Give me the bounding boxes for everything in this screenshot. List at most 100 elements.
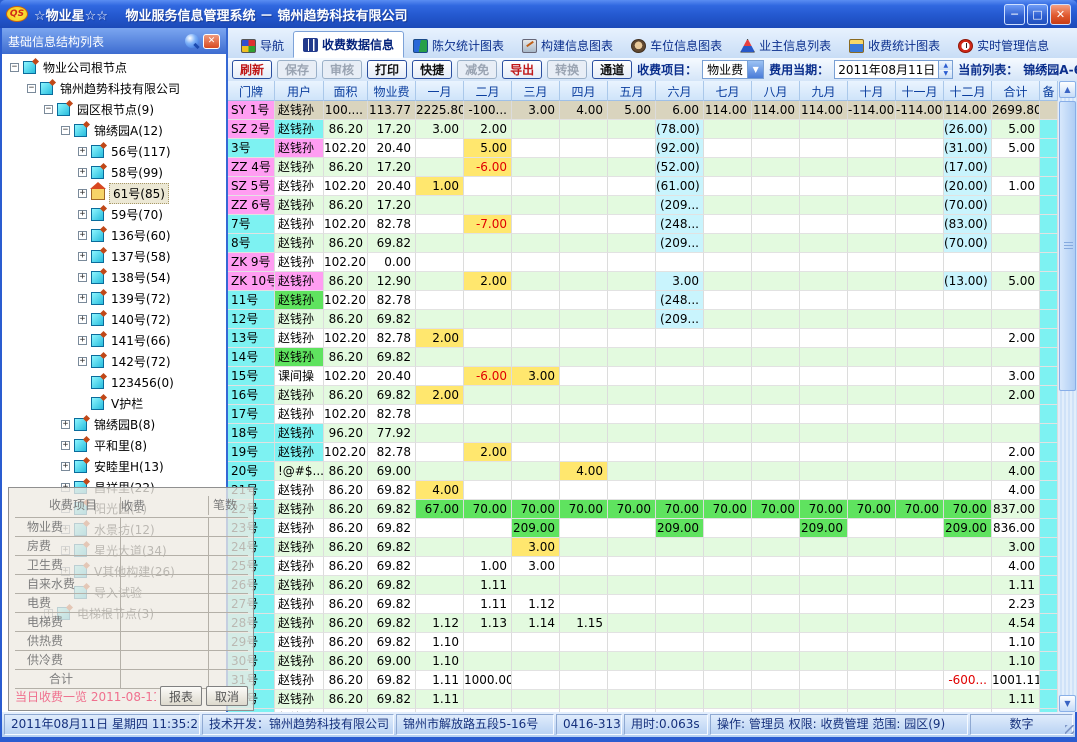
month-cell[interactable] xyxy=(512,253,560,272)
expand-icon[interactable]: + xyxy=(78,315,87,324)
month-cell[interactable] xyxy=(800,310,848,329)
month-cell[interactable]: 3.00 xyxy=(512,557,560,576)
month-cell[interactable] xyxy=(848,633,896,652)
month-cell[interactable] xyxy=(848,652,896,671)
month-cell[interactable] xyxy=(944,253,992,272)
month-cell[interactable] xyxy=(608,538,656,557)
area-cell[interactable]: 86.20 xyxy=(324,310,368,329)
month-cell[interactable]: 70.00 xyxy=(896,500,944,519)
month-cell[interactable] xyxy=(416,519,464,538)
scroll-up-icon[interactable]: ▲ xyxy=(1059,81,1076,98)
tree-item-138号(54)[interactable]: +138号(54) xyxy=(2,267,226,288)
month-cell[interactable] xyxy=(656,253,704,272)
toolbar-button-快捷[interactable]: 快捷 xyxy=(412,60,452,79)
user-cell[interactable]: 赵钱孙 xyxy=(275,196,324,215)
month-cell[interactable] xyxy=(800,462,848,481)
month-cell[interactable] xyxy=(896,196,944,215)
month-cell[interactable] xyxy=(560,424,608,443)
month-cell[interactable]: (70.00) xyxy=(944,196,992,215)
note-cell[interactable] xyxy=(1040,424,1058,443)
expand-icon[interactable]: + xyxy=(78,273,87,282)
month-cell[interactable]: 6.00 xyxy=(656,101,704,120)
user-cell[interactable]: 课间操 xyxy=(275,367,324,386)
month-cell[interactable] xyxy=(704,671,752,690)
month-cell[interactable] xyxy=(464,234,512,253)
month-cell[interactable] xyxy=(848,234,896,253)
month-cell[interactable] xyxy=(512,120,560,139)
month-cell[interactable] xyxy=(704,690,752,709)
door-cell[interactable]: 14号 xyxy=(228,348,275,367)
note-cell[interactable] xyxy=(1040,443,1058,462)
month-cell[interactable] xyxy=(560,272,608,291)
month-cell[interactable]: 4.00 xyxy=(560,462,608,481)
month-cell[interactable] xyxy=(944,652,992,671)
area-cell[interactable]: 102.20 xyxy=(324,367,368,386)
month-cell[interactable] xyxy=(704,139,752,158)
month-cell[interactable]: (248... xyxy=(656,291,704,310)
area-cell[interactable]: 86.20 xyxy=(324,595,368,614)
month-cell[interactable] xyxy=(704,633,752,652)
month-cell[interactable]: 114.00 xyxy=(800,101,848,120)
month-cell[interactable]: 70.00 xyxy=(752,500,800,519)
expand-icon[interactable]: + xyxy=(78,189,87,198)
month-cell[interactable]: 70.00 xyxy=(656,500,704,519)
total-cell[interactable] xyxy=(992,424,1040,443)
month-cell[interactable] xyxy=(560,158,608,177)
toolbar-button-导出[interactable]: 导出 xyxy=(502,60,542,79)
month-cell[interactable] xyxy=(560,595,608,614)
month-cell[interactable] xyxy=(896,519,944,538)
area-cell[interactable]: 86.20 xyxy=(324,481,368,500)
door-cell[interactable]: 12号 xyxy=(228,310,275,329)
month-cell[interactable] xyxy=(752,424,800,443)
fee-cell[interactable]: 17.20 xyxy=(368,158,416,177)
user-cell[interactable]: 赵钱孙 xyxy=(275,595,324,614)
month-cell[interactable] xyxy=(800,690,848,709)
month-cell[interactable] xyxy=(752,177,800,196)
month-cell[interactable]: (20.00) xyxy=(944,177,992,196)
month-cell[interactable]: (17.00) xyxy=(944,158,992,177)
month-cell[interactable] xyxy=(848,177,896,196)
month-cell[interactable] xyxy=(464,405,512,424)
month-cell[interactable] xyxy=(704,424,752,443)
month-cell[interactable] xyxy=(848,443,896,462)
month-cell[interactable]: 5.00 xyxy=(464,139,512,158)
month-cell[interactable]: (13.00) xyxy=(944,272,992,291)
month-cell[interactable]: 1.14 xyxy=(512,614,560,633)
area-cell[interactable]: 102.20 xyxy=(324,329,368,348)
month-cell[interactable] xyxy=(896,443,944,462)
month-cell[interactable]: (209... xyxy=(656,310,704,329)
month-cell[interactable] xyxy=(944,614,992,633)
month-cell[interactable] xyxy=(704,443,752,462)
month-cell[interactable] xyxy=(704,272,752,291)
user-cell[interactable]: 赵钱孙 xyxy=(275,538,324,557)
month-cell[interactable]: -7.00 xyxy=(464,215,512,234)
month-cell[interactable] xyxy=(416,234,464,253)
month-cell[interactable] xyxy=(560,196,608,215)
month-cell[interactable] xyxy=(656,462,704,481)
month-cell[interactable] xyxy=(560,253,608,272)
tree-item-136号(60)[interactable]: +136号(60) xyxy=(2,225,226,246)
door-cell[interactable]: SY 1号 xyxy=(228,101,275,120)
resize-grip[interactable] xyxy=(1065,725,1074,734)
month-cell[interactable] xyxy=(752,234,800,253)
area-cell[interactable]: 86.20 xyxy=(324,500,368,519)
month-cell[interactable]: (209... xyxy=(656,234,704,253)
tree-item-锦州趋势科技有限公司[interactable]: −锦州趋势科技有限公司 xyxy=(2,78,226,99)
total-cell[interactable] xyxy=(992,253,1040,272)
note-cell[interactable] xyxy=(1040,177,1058,196)
month-cell[interactable] xyxy=(848,481,896,500)
month-cell[interactable] xyxy=(752,367,800,386)
area-cell[interactable]: 86.20 xyxy=(324,120,368,139)
month-cell[interactable] xyxy=(656,348,704,367)
month-cell[interactable] xyxy=(656,538,704,557)
month-cell[interactable]: 70.00 xyxy=(704,500,752,519)
door-cell[interactable]: ZZ 6号 xyxy=(228,196,275,215)
month-cell[interactable] xyxy=(896,120,944,139)
month-cell[interactable]: 70.00 xyxy=(848,500,896,519)
user-cell[interactable]: 赵钱孙 xyxy=(275,500,324,519)
month-cell[interactable] xyxy=(752,652,800,671)
month-cell[interactable] xyxy=(944,481,992,500)
month-cell[interactable] xyxy=(560,348,608,367)
month-cell[interactable]: 114.00 xyxy=(944,101,992,120)
area-cell[interactable]: 86.20 xyxy=(324,538,368,557)
